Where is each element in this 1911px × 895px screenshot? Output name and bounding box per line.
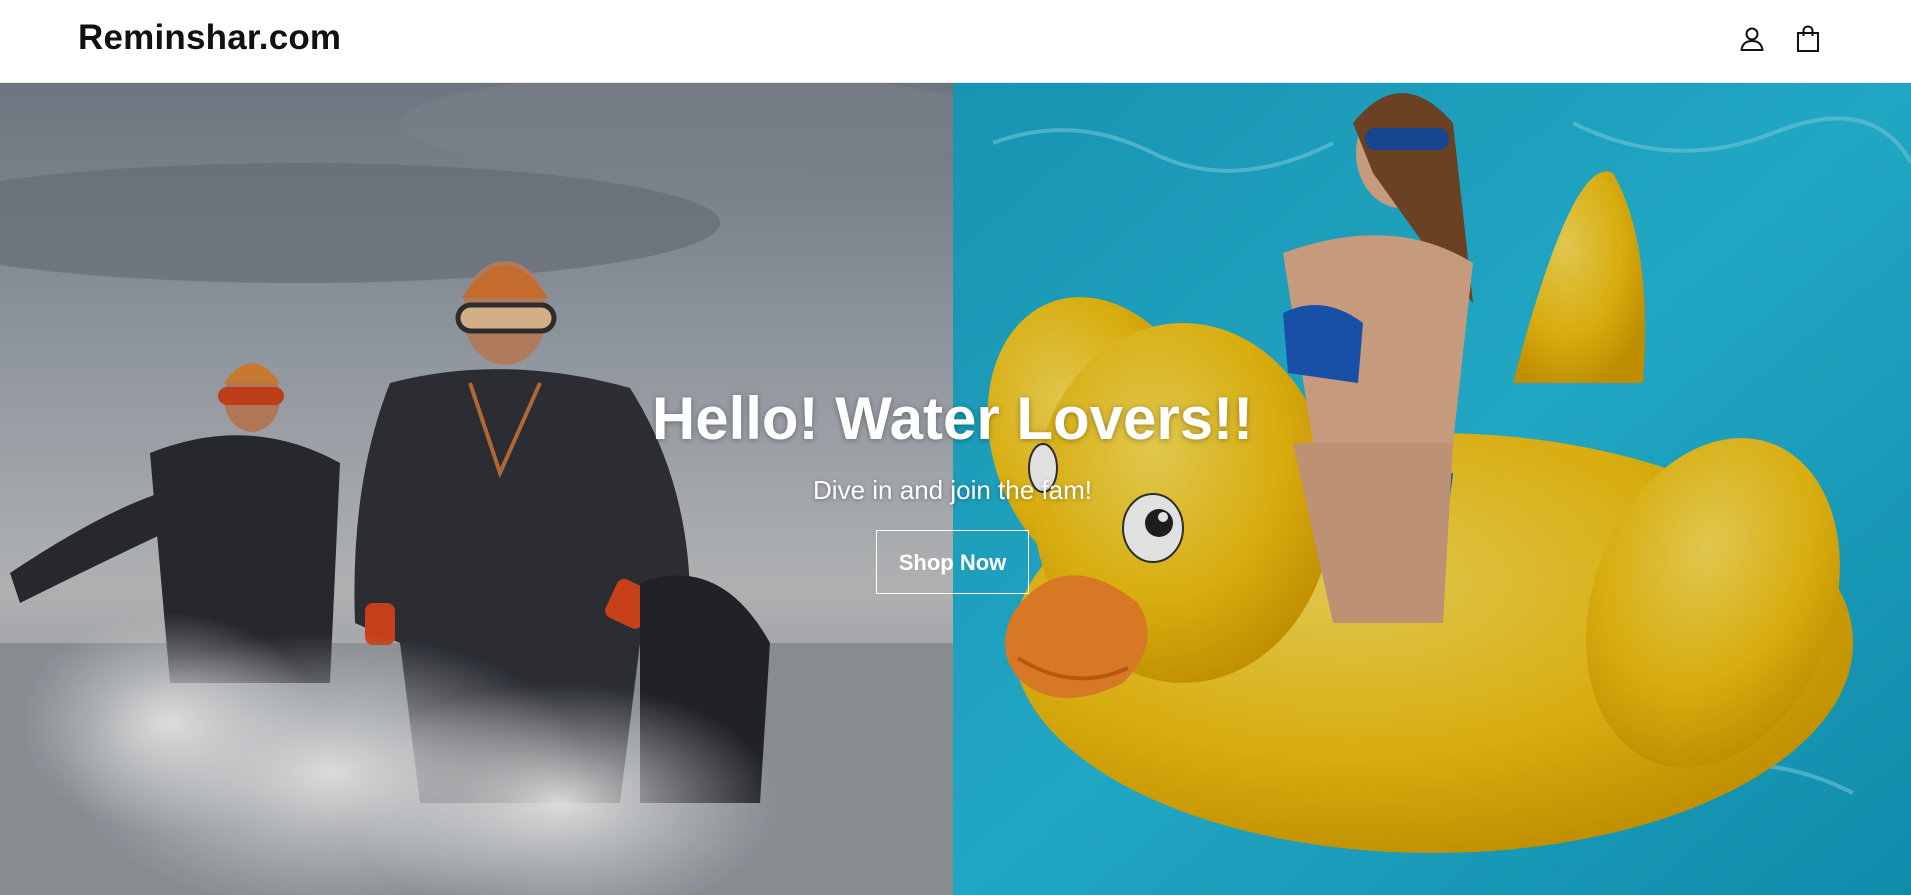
hero-content: Hello! Water Lovers!! Dive in and join t… bbox=[0, 383, 1905, 595]
site-header: Reminshar.com bbox=[0, 0, 1911, 83]
user-icon bbox=[1740, 27, 1764, 51]
hero-title: Hello! Water Lovers!! bbox=[651, 385, 1254, 452]
header-actions bbox=[1737, 22, 1823, 56]
cart-button[interactable] bbox=[1793, 22, 1823, 56]
account-button[interactable] bbox=[1737, 22, 1767, 56]
hero-banner: Hello! Water Lovers!! Dive in and join t… bbox=[0, 83, 1911, 895]
site-logo[interactable]: Reminshar.com bbox=[78, 18, 341, 58]
hero-subtitle: Dive in and join the fam! bbox=[813, 475, 1092, 505]
shopping-bag-icon bbox=[1797, 25, 1819, 52]
shop-now-button[interactable]: Shop Now bbox=[875, 530, 1030, 595]
